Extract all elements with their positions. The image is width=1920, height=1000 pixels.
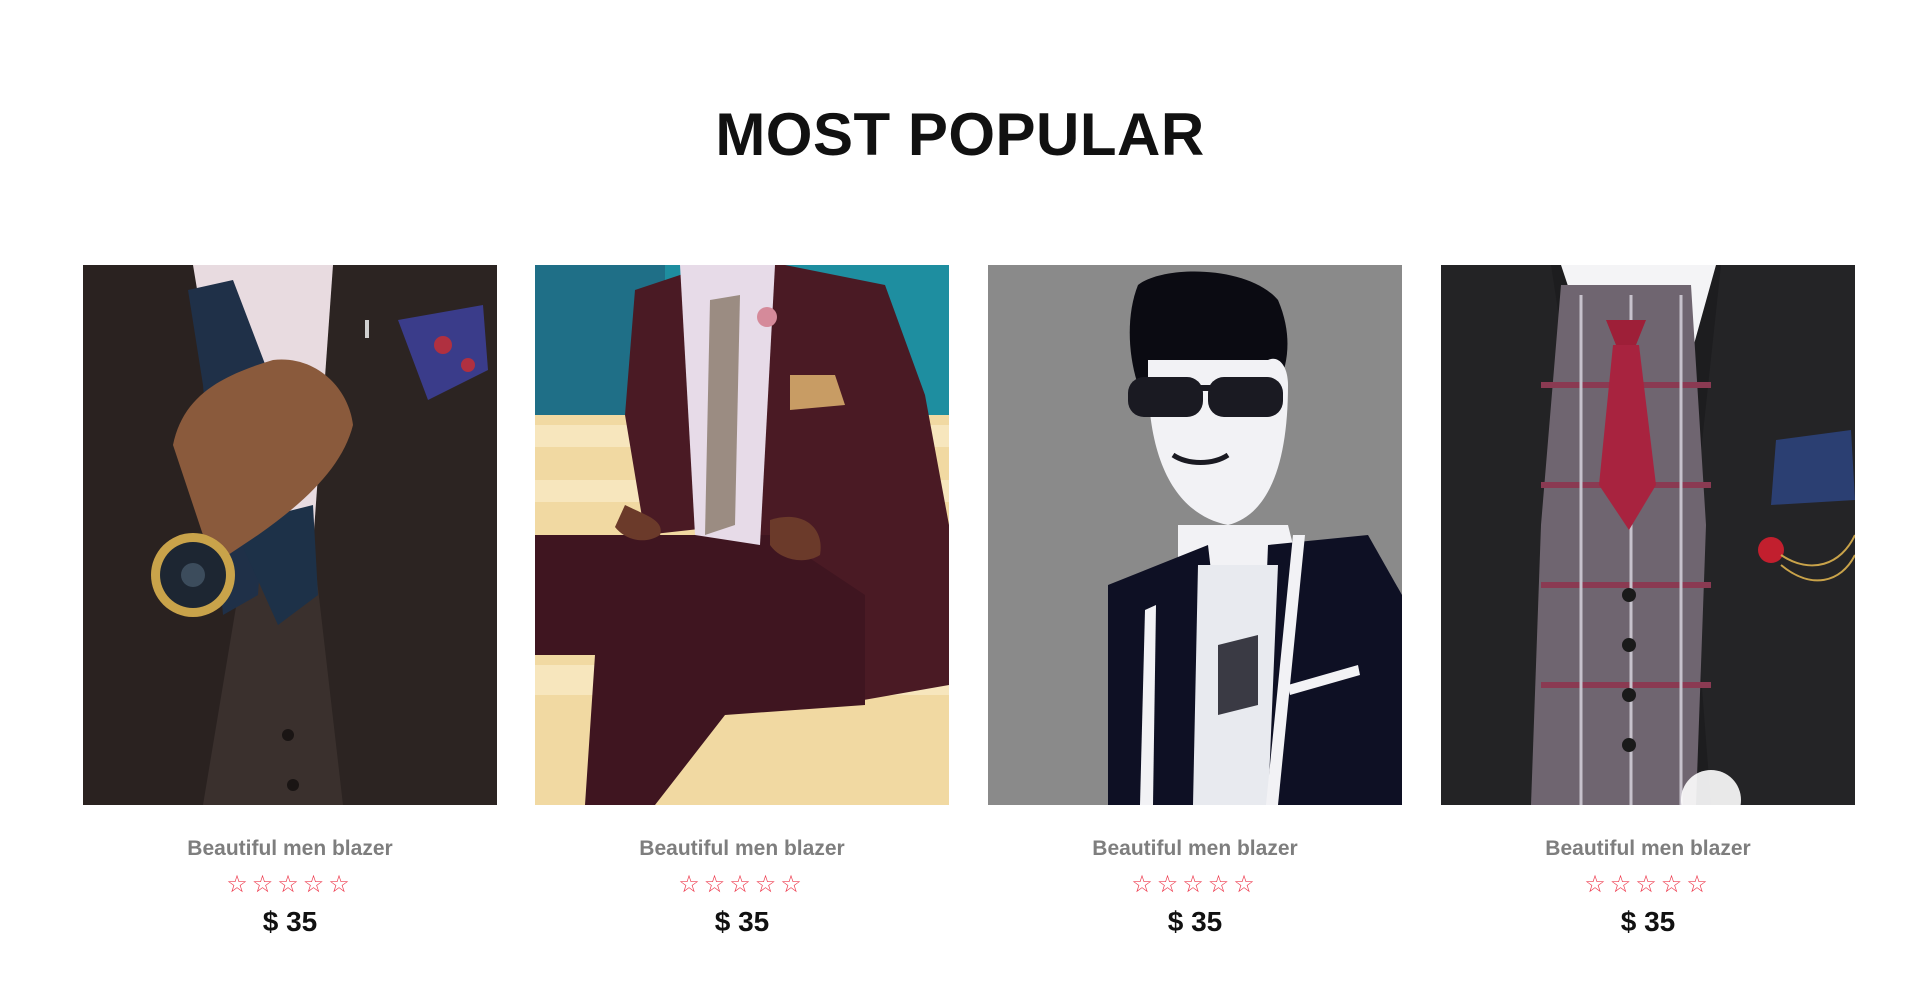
product-card[interactable]: Beautiful men blazer ☆☆☆☆☆ $ 35 (988, 265, 1402, 939)
product-card[interactable]: Beautiful men blazer ☆☆☆☆☆ $ 35 (83, 265, 497, 939)
product-price: $ 35 (262, 906, 318, 937)
product-name[interactable]: Beautiful men blazer (1441, 836, 1855, 862)
product-name[interactable]: Beautiful men blazer (535, 836, 949, 862)
product-name[interactable]: Beautiful men blazer (988, 836, 1402, 862)
product-image[interactable] (1441, 265, 1855, 805)
product-image[interactable] (988, 265, 1402, 805)
product-card[interactable]: Beautiful men blazer ☆☆☆☆☆ $ 35 (535, 265, 949, 939)
product-price: $ 35 (1620, 906, 1676, 937)
man-in-plaid-vest-photo (1441, 265, 1855, 805)
product-name[interactable]: Beautiful men blazer (83, 836, 497, 862)
man-in-dark-suit-photo (83, 265, 497, 805)
man-in-sunglasses-photo (988, 265, 1402, 805)
product-price: $ 35 (714, 906, 770, 937)
section-title: MOST POPULAR (715, 101, 1205, 168)
product-price: $ 35 (1167, 906, 1223, 937)
rating-stars: ☆☆☆☆☆ (226, 870, 354, 898)
rating-stars: ☆☆☆☆☆ (1584, 870, 1712, 898)
product-image[interactable] (535, 265, 949, 805)
product-card[interactable]: Beautiful men blazer ☆☆☆☆☆ $ 35 (1441, 265, 1855, 939)
rating-stars: ☆☆☆☆☆ (678, 870, 806, 898)
product-image[interactable] (83, 265, 497, 805)
man-in-maroon-suit-photo (535, 265, 949, 805)
product-grid: Beautiful men blazer ☆☆☆☆☆ $ 35 Beautifu… (83, 265, 1857, 965)
rating-stars: ☆☆☆☆☆ (1131, 870, 1259, 898)
